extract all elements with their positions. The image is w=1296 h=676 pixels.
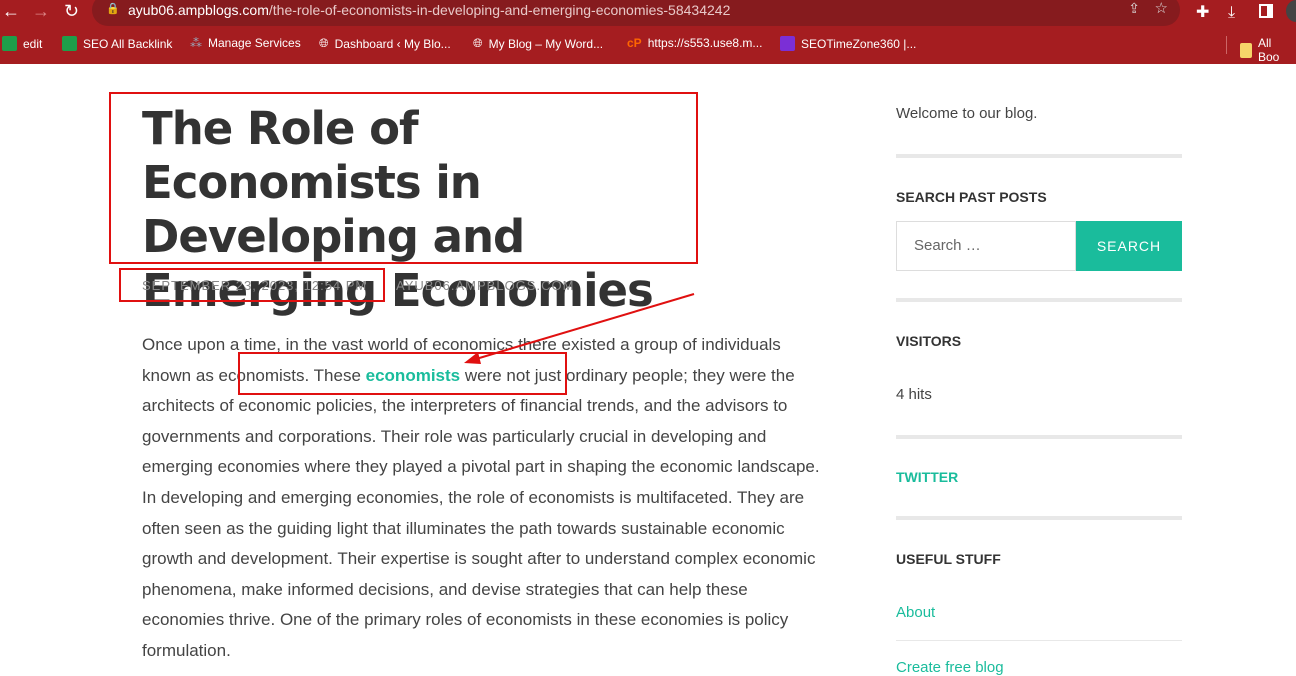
divider xyxy=(896,154,1182,158)
annotation-arrow xyxy=(464,293,695,364)
search-heading: SEARCH PAST POSTS xyxy=(896,189,1047,205)
divider xyxy=(896,640,1182,641)
twitter-link[interactable]: TWITTER xyxy=(896,469,958,485)
divider xyxy=(896,435,1182,439)
about-link[interactable]: About xyxy=(896,604,1182,621)
visitors-heading: VISITORS xyxy=(896,333,962,349)
welcome-text: Welcome to our blog. xyxy=(896,105,1038,122)
divider xyxy=(896,298,1182,302)
search-input[interactable]: Search … xyxy=(896,221,1076,271)
useful-stuff-heading: USEFUL STUFF xyxy=(896,551,1001,567)
visitors-count: 4 hits xyxy=(896,386,932,403)
divider xyxy=(896,516,1182,520)
search-button[interactable]: SEARCH xyxy=(1076,221,1182,271)
